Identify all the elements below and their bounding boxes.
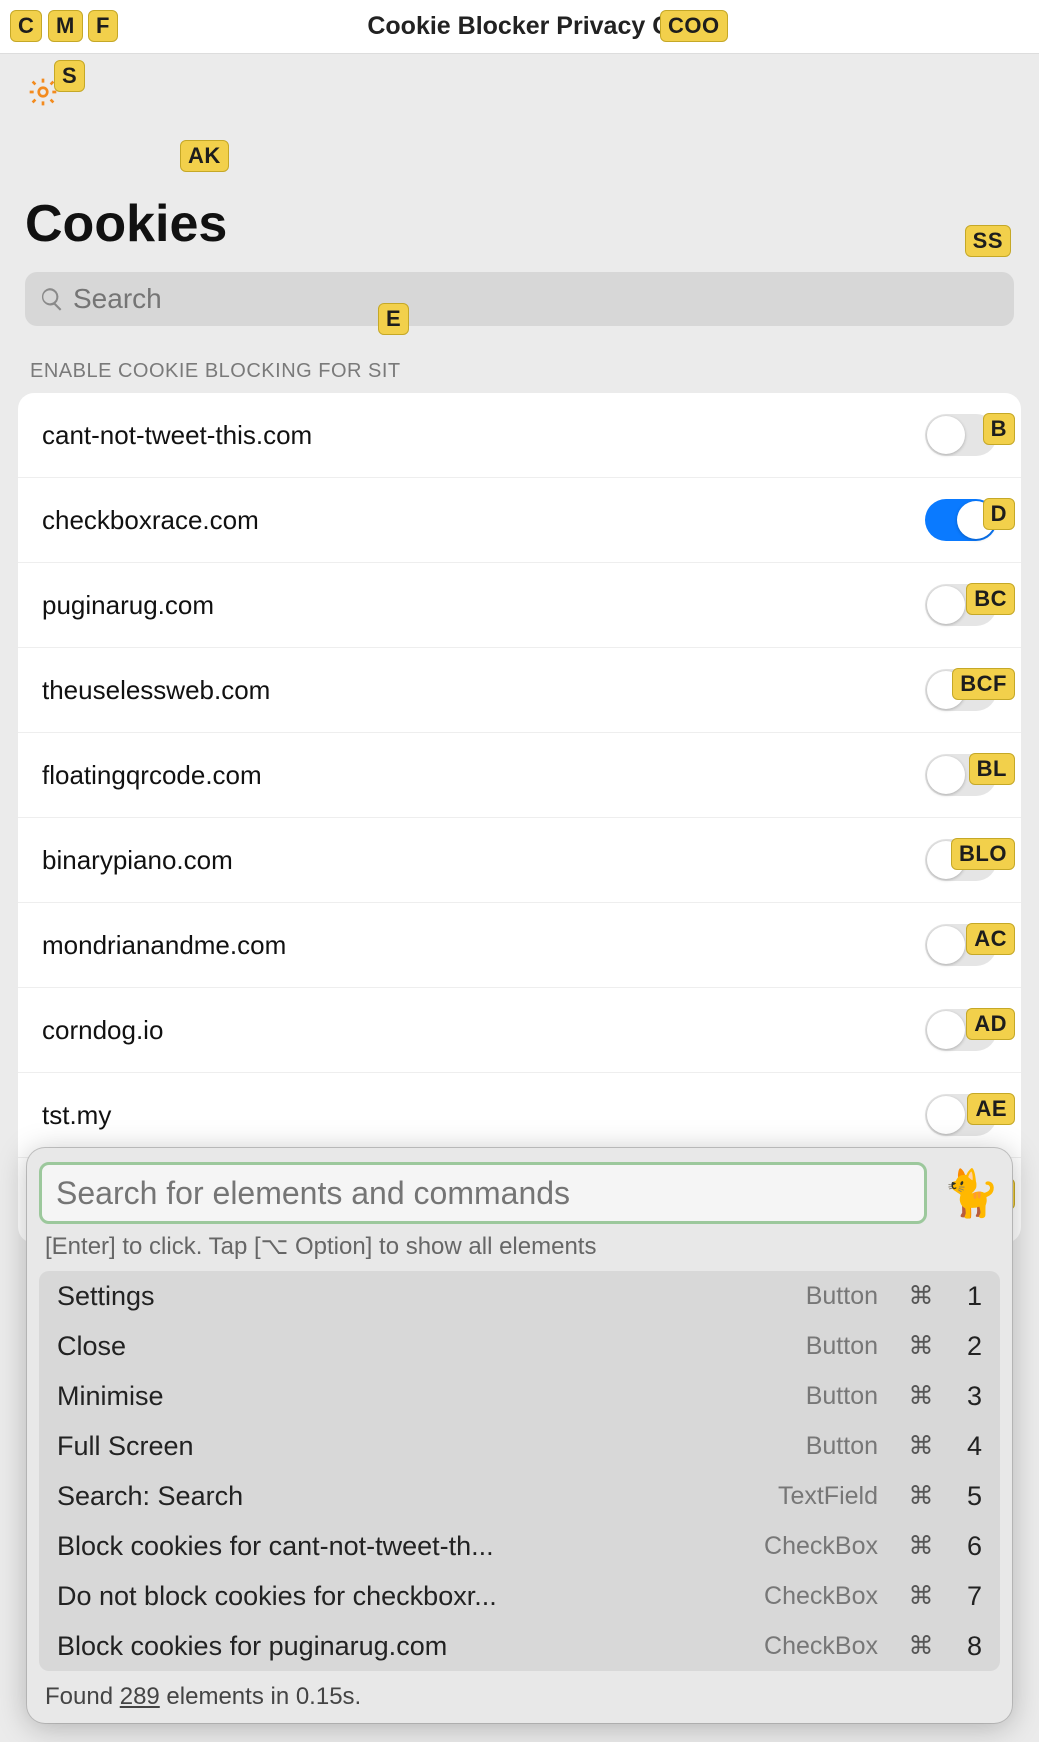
palette-item-shortcut-number: 2 — [952, 1331, 982, 1362]
site-domain: mondrianandme.com — [42, 930, 286, 961]
palette-item-modifier: ⌘ — [908, 1331, 934, 1361]
palette-item-label: Block cookies for cant-not-tweet-th... — [57, 1531, 764, 1562]
palette-item-type: CheckBox — [764, 1582, 878, 1611]
hint-fullscreen: F — [88, 10, 118, 42]
palette-item-modifier: ⌘ — [908, 1281, 934, 1311]
hint-site-toggle: AC — [966, 923, 1015, 955]
hint-site-toggle: B — [983, 413, 1015, 445]
site-row: tst.my AE — [18, 1073, 1021, 1158]
palette-item-label: Do not block cookies for checkboxr... — [57, 1581, 764, 1612]
hint-site-toggle: AD — [966, 1008, 1015, 1040]
palette-item[interactable]: Block cookies for puginarug.comCheckBox ⌘… — [39, 1621, 1000, 1671]
palette-item[interactable]: SettingsButton ⌘ 1 — [39, 1271, 1000, 1321]
site-row: binarypiano.com BLO — [18, 818, 1021, 903]
site-row: mondrianandme.com AC — [18, 903, 1021, 988]
window-title: Cookie Blocker Privacy G — [367, 12, 671, 41]
palette-item-label: Close — [57, 1331, 806, 1362]
palette-item-shortcut-number: 3 — [952, 1381, 982, 1412]
site-list: cant-not-tweet-this.com Bcheckboxrace.com… — [18, 393, 1021, 1243]
site-domain: floatingqrcode.com — [42, 760, 262, 791]
palette-item-label: Settings — [57, 1281, 806, 1312]
hint-site-toggle: BLO — [951, 838, 1015, 870]
site-row: floatingqrcode.com BL — [18, 733, 1021, 818]
hint-site-toggle: D — [983, 498, 1015, 530]
site-domain: theuselessweb.com — [42, 675, 270, 706]
palette-search-input[interactable] — [39, 1162, 927, 1224]
palette-item-shortcut-number: 6 — [952, 1531, 982, 1562]
palette-item-shortcut-number: 8 — [952, 1631, 982, 1662]
site-domain: puginarug.com — [42, 590, 214, 621]
site-domain: cant-not-tweet-this.com — [42, 420, 312, 451]
palette-result-list: SettingsButton⌘1CloseButton⌘2MinimiseBut… — [39, 1271, 1000, 1671]
site-domain: binarypiano.com — [42, 845, 233, 876]
palette-item[interactable]: CloseButton ⌘ 2 — [39, 1321, 1000, 1371]
site-row: theuselessweb.com BCF — [18, 648, 1021, 733]
hint-settings: S — [54, 60, 85, 92]
palette-item-type: Button — [806, 1432, 878, 1461]
palette-item-type: Button — [806, 1382, 878, 1411]
hint-title: COO — [660, 10, 728, 42]
palette-item-modifier: ⌘ — [908, 1631, 934, 1661]
hint-site-toggle: BL — [969, 753, 1015, 785]
palette-item-type: CheckBox — [764, 1532, 878, 1561]
hint-site-toggle: BCF — [952, 668, 1015, 700]
site-row: puginarug.com BC — [18, 563, 1021, 648]
search-input[interactable] — [73, 283, 1000, 315]
palette-footer: Found 289 elements in 0.15s. — [39, 1671, 1000, 1713]
search-field[interactable] — [25, 272, 1014, 326]
palette-hint-text: [Enter] to click. Tap [⌥ Option] to show… — [39, 1224, 1000, 1271]
palette-item-modifier: ⌘ — [908, 1581, 934, 1611]
palette-item-shortcut-number: 1 — [952, 1281, 982, 1312]
page-title: Cookies — [0, 54, 1039, 254]
palette-item-modifier: ⌘ — [908, 1431, 934, 1461]
palette-item-type: Button — [806, 1282, 878, 1311]
hint-search: SS — [965, 225, 1011, 257]
hint-section: E — [378, 303, 409, 335]
palette-item-shortcut-number: 5 — [952, 1481, 982, 1512]
palette-item-label: Full Screen — [57, 1431, 806, 1462]
palette-item-modifier: ⌘ — [908, 1531, 934, 1561]
palette-item[interactable]: MinimiseButton ⌘ 3 — [39, 1371, 1000, 1421]
palette-item-type: CheckBox — [764, 1632, 878, 1661]
cat-icon: 🐈 — [943, 1170, 1000, 1216]
site-row: corndog.io AD — [18, 988, 1021, 1073]
search-icon — [39, 286, 65, 312]
site-domain: checkboxrace.com — [42, 505, 259, 536]
palette-item[interactable]: Block cookies for cant-not-tweet-th...Ch… — [39, 1521, 1000, 1571]
command-palette: 🐈 [Enter] to click. Tap [⌥ Option] to sh… — [27, 1148, 1012, 1723]
hint-close: C — [10, 10, 42, 42]
palette-item-type: TextField — [778, 1482, 878, 1511]
palette-item-label: Minimise — [57, 1381, 806, 1412]
palette-item-shortcut-number: 4 — [952, 1431, 982, 1462]
site-row: checkboxrace.com D — [18, 478, 1021, 563]
site-domain: tst.my — [42, 1100, 111, 1131]
hint-minimise: M — [48, 10, 83, 42]
hint-site-toggle: AE — [967, 1093, 1015, 1125]
palette-item-modifier: ⌘ — [908, 1481, 934, 1511]
palette-item[interactable]: Full ScreenButton ⌘ 4 — [39, 1421, 1000, 1471]
palette-item-label: Search: Search — [57, 1481, 778, 1512]
palette-item[interactable]: Search: SearchTextField ⌘ 5 — [39, 1471, 1000, 1521]
palette-item-shortcut-number: 7 — [952, 1581, 982, 1612]
site-row: cant-not-tweet-this.com B — [18, 393, 1021, 478]
palette-item[interactable]: Do not block cookies for checkboxr...Che… — [39, 1571, 1000, 1621]
site-domain: corndog.io — [42, 1015, 163, 1046]
section-header: ENABLE COOKIE BLOCKING FOR SIT — [0, 326, 1039, 393]
palette-item-modifier: ⌘ — [908, 1381, 934, 1411]
palette-item-label: Block cookies for puginarug.com — [57, 1631, 764, 1662]
palette-item-type: Button — [806, 1332, 878, 1361]
hint-site-toggle: BC — [966, 583, 1015, 615]
window-titlebar: Cookie Blocker Privacy G — [0, 0, 1039, 54]
hint-page-title: AK — [180, 140, 229, 172]
